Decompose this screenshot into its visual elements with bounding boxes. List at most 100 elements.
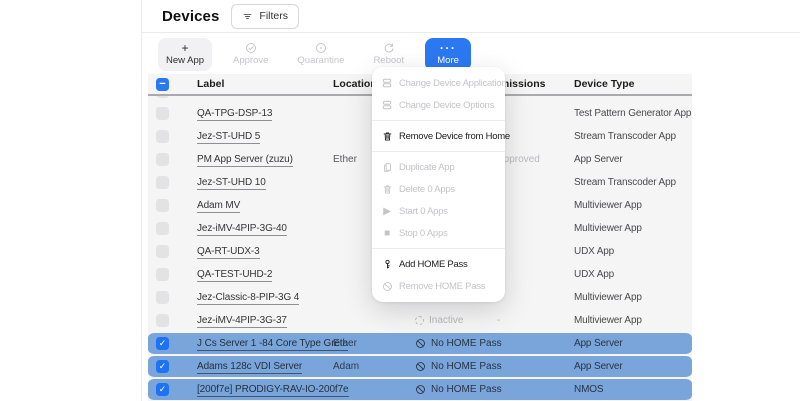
device-label-link[interactable]: Jez-Classic-8-PIP-3G 4 [197, 292, 299, 305]
row-checkbox[interactable] [156, 153, 169, 166]
ellipsis-icon: ··· [440, 42, 457, 55]
plus-icon: + [182, 42, 189, 55]
slash-circle-icon [381, 281, 393, 292]
row-checkbox[interactable]: ✓ [156, 383, 169, 396]
device-type-cell: App Server [566, 154, 692, 165]
trash-icon [381, 131, 393, 142]
device-label-link[interactable]: Jez-ST-UHD 5 [197, 131, 260, 144]
menu-item-label: Remove Device from Home [399, 131, 510, 142]
play-icon: ▶ [381, 206, 393, 217]
device-label-link[interactable]: Adam MV [197, 200, 240, 213]
device-type-cell: Multiviewer App [566, 292, 692, 303]
trash-icon [381, 184, 393, 195]
device-type-cell: UDX App [566, 269, 692, 280]
row-checkbox[interactable]: ✓ [156, 360, 169, 373]
stop-icon: ■ [381, 228, 393, 239]
menu-item-label: Start 0 Apps [399, 206, 448, 217]
device-label-cell: PM App Server (zuzu) [189, 154, 325, 165]
reboot-button: Reboot [365, 38, 412, 71]
device-label-link[interactable]: Jez-iMV-4PIP-3G-37 [197, 315, 287, 328]
slash-circle-icon [415, 338, 426, 349]
device-status-cell: No HOME Pass [407, 338, 489, 349]
row-checkbox-cell [148, 107, 189, 120]
menu-item[interactable]: Remove Device from Home [372, 125, 505, 147]
quarantine-button: Quarantine [289, 38, 352, 71]
menu-item-label: Change Device Application [399, 78, 506, 89]
label-column-header: Label [189, 78, 325, 90]
device-type-cell: App Server [566, 338, 692, 349]
row-checkbox[interactable] [156, 107, 169, 120]
device-label-link[interactable]: Jez-ST-UHD 10 [197, 177, 266, 190]
row-checkbox-cell [148, 130, 189, 143]
device-label-cell: Adams 128c VDI Server [189, 361, 325, 372]
menu-divider [372, 120, 505, 121]
device-type-cell: Multiviewer App [566, 223, 692, 234]
approve-label: Approve [233, 55, 268, 67]
more-dropdown-menu: Change Device Application Change Device … [372, 67, 505, 302]
menu-item: Delete 0 Apps [372, 178, 505, 200]
filters-button[interactable]: Filters [231, 4, 299, 29]
menu-item-label: Duplicate App [399, 162, 454, 173]
menu-item-label: Remove HOME Pass [399, 281, 485, 292]
row-checkbox-cell [148, 222, 189, 235]
row-checkbox-cell [148, 268, 189, 281]
device-status-cell: Inactive [407, 315, 489, 326]
row-checkbox[interactable] [156, 268, 169, 281]
table-row[interactable]: ✓ [200f7e] PRODIGY-RAV-IO-200f7e No HOME… [148, 378, 692, 401]
device-type-cell: App Server [566, 361, 692, 372]
device-type-cell: UDX App [566, 246, 692, 257]
device-label-cell: Jez-iMV-4PIP-3G-40 [189, 223, 325, 234]
device-permissions-cell: - [489, 384, 566, 395]
row-checkbox[interactable] [156, 96, 169, 98]
page-title: Devices [162, 8, 219, 25]
device-label-cell: QA-TEST-UHD-2 [189, 269, 325, 280]
menu-divider [372, 151, 505, 152]
row-checkbox[interactable] [156, 130, 169, 143]
menu-item-label: Add HOME Pass [399, 259, 468, 270]
device-label-link[interactable]: QA-TPG-DSP-13 [197, 108, 272, 121]
device-label-cell: Adam MV [189, 200, 325, 211]
approve-button: Approve [225, 38, 276, 71]
page-header: Devices Filters [142, 0, 800, 33]
device-label-link[interactable]: PM App Server (zuzu) [197, 154, 293, 167]
device-label-cell: QA-TPG-DSP-13 [189, 108, 325, 119]
menu-item-label: Stop 0 Apps [399, 228, 447, 239]
table-row[interactable]: ✓ Adams 128c VDI Server Adam No HOME Pas… [148, 355, 692, 378]
device-label-link[interactable]: QA-RT-UDX-3 [197, 246, 260, 259]
device-label-link[interactable]: Adams 128c VDI Server [197, 361, 302, 374]
device-label-link[interactable]: QA-TEST-UHD-2 [197, 269, 272, 282]
row-checkbox-cell [148, 176, 189, 189]
more-label: More [437, 55, 459, 67]
row-checkbox[interactable]: ✓ [156, 337, 169, 350]
menu-item-label: Delete 0 Apps [399, 184, 455, 195]
stacked-cards-icon [381, 77, 393, 89]
filters-label: Filters [259, 10, 288, 22]
device-type-column-header: Device Type [566, 78, 692, 90]
device-label-link[interactable]: [200f7e] PRODIGY-RAV-IO-200f7e [197, 384, 349, 397]
select-all-checkbox[interactable]: − [156, 78, 169, 91]
row-checkbox[interactable] [156, 291, 169, 304]
menu-item[interactable]: Add HOME Pass [372, 253, 505, 275]
table-row[interactable]: Jez-iMV-4PIP-3G-37 Inactive - Multiviewe… [148, 309, 692, 332]
slash-circle-icon [415, 361, 426, 372]
slash-circle-icon [415, 384, 426, 395]
reboot-label: Reboot [373, 55, 404, 67]
device-type-cell: Multiviewer App [566, 200, 692, 211]
device-type-cell: Multiviewer App [566, 315, 692, 326]
device-location-cell: Ether [325, 338, 407, 349]
more-button[interactable]: ··· More [425, 38, 471, 71]
row-checkbox[interactable] [156, 314, 169, 327]
key-icon [381, 259, 393, 270]
row-checkbox-cell [148, 199, 189, 212]
row-checkbox[interactable] [156, 245, 169, 258]
row-checkbox[interactable] [156, 199, 169, 212]
new-app-button[interactable]: + New App [158, 38, 212, 71]
menu-item: Change Device Options [372, 94, 505, 116]
row-checkbox[interactable] [156, 222, 169, 235]
row-checkbox[interactable] [156, 176, 169, 189]
table-row[interactable]: ✓ J Cs Server 1 -84 Core Type Greta Ethe… [148, 332, 692, 355]
select-all-cell: − [148, 78, 189, 91]
device-label-link[interactable]: Jez-iMV-4PIP-3G-40 [197, 223, 287, 236]
device-label-cell: J Cs Server 1 -84 Core Type Greta [189, 338, 325, 349]
device-label-cell: Jez-ST-UHD 10 [189, 177, 325, 188]
